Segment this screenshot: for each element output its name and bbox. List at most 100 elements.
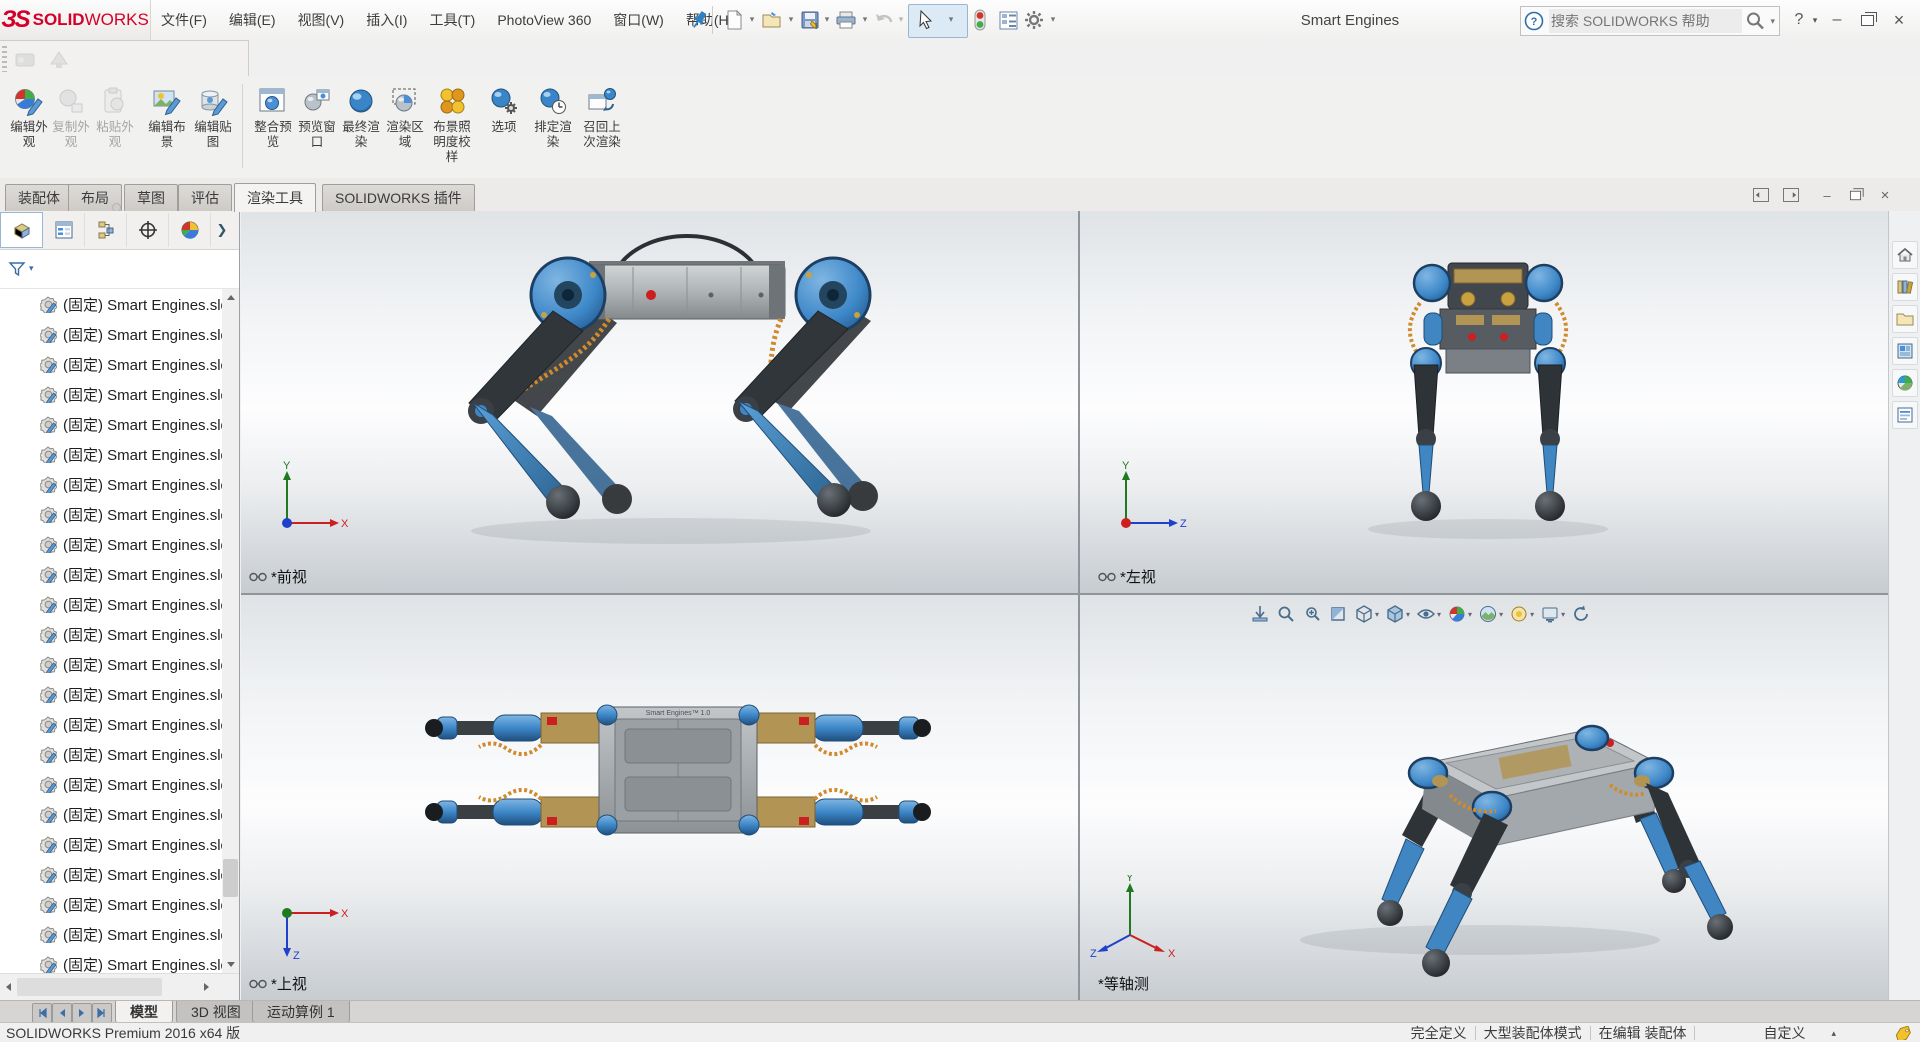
dimxpertmanager-tab[interactable] bbox=[127, 213, 169, 247]
tree-item[interactable]: (固定) Smart Engines.sld bbox=[0, 319, 222, 349]
hide-show-items-icon[interactable]: ▾ bbox=[1414, 602, 1443, 626]
design-library-icon[interactable] bbox=[1892, 273, 1918, 301]
tab-sketch[interactable]: 草图 bbox=[124, 184, 178, 211]
featuremanager-tab[interactable] bbox=[0, 212, 43, 248]
render-region-button[interactable]: 渲染区 域 bbox=[380, 80, 430, 174]
scroll-left-arrow[interactable] bbox=[0, 979, 17, 996]
tree-item[interactable]: (固定) Smart Engines.sld bbox=[0, 619, 222, 649]
displaymanager-tab[interactable] bbox=[169, 213, 211, 247]
properties-icon[interactable] bbox=[996, 7, 1020, 33]
print-icon[interactable] bbox=[834, 7, 858, 33]
document-close-icon[interactable]: × bbox=[1875, 186, 1895, 204]
tree-item[interactable]: (固定) Smart Engines.sld bbox=[0, 739, 222, 769]
integrated-preview-button[interactable]: 整合预 览 bbox=[248, 80, 298, 174]
apply-scene-icon[interactable]: ▾ bbox=[1476, 602, 1505, 626]
edit-decal-button[interactable]: 编辑贴 图 bbox=[188, 80, 238, 174]
configurationmanager-tab[interactable] bbox=[85, 213, 127, 247]
viewport-front[interactable]: Y X *前视 bbox=[241, 211, 1078, 593]
menu-tools[interactable]: 工具(T) bbox=[418, 0, 486, 40]
previous-view-icon[interactable] bbox=[1300, 602, 1324, 626]
preview-window-button[interactable]: 预览窗 口 bbox=[292, 80, 342, 174]
toolbar-grip[interactable] bbox=[2, 46, 7, 72]
document-minimize-icon[interactable]: – bbox=[1817, 186, 1837, 204]
select-dropdown[interactable]: ▾ bbox=[946, 14, 956, 26]
tree-item[interactable]: (固定) Smart Engines.sld bbox=[0, 559, 222, 589]
close-button[interactable]: × bbox=[1886, 8, 1912, 32]
tree-item[interactable]: (固定) Smart Engines.sld bbox=[0, 379, 222, 409]
menu-view[interactable]: 视图(V) bbox=[287, 0, 356, 40]
scroll-up-arrow[interactable] bbox=[222, 289, 239, 306]
options-gear-dropdown[interactable]: ▾ bbox=[1048, 14, 1058, 26]
edit-appearance-icon[interactable]: ▾ bbox=[1445, 602, 1474, 626]
tree-item[interactable]: (固定) Smart Engines.sld bbox=[0, 709, 222, 739]
tree-item[interactable]: (固定) Smart Engines.sld bbox=[0, 289, 222, 319]
tree-horizontal-scrollbar[interactable] bbox=[0, 973, 239, 1000]
camera-view-icon[interactable]: ▾ bbox=[1538, 602, 1567, 626]
zoom-to-area-icon[interactable] bbox=[1274, 602, 1298, 626]
options-gear-icon[interactable] bbox=[1022, 7, 1046, 33]
next-tab-button[interactable] bbox=[72, 1003, 92, 1023]
vertical-scroll-thumb[interactable] bbox=[223, 859, 238, 897]
tree-item[interactable]: (固定) Smart Engines.sld bbox=[0, 589, 222, 619]
tree-vertical-scrollbar[interactable] bbox=[222, 289, 239, 973]
appearances-scenes-icon[interactable] bbox=[1892, 369, 1918, 397]
pin-menu-icon[interactable] bbox=[688, 8, 710, 32]
help-dropdown[interactable]: ▾ bbox=[1808, 8, 1822, 32]
tree-item[interactable]: (固定) Smart Engines.sld bbox=[0, 499, 222, 529]
tab-model[interactable]: 模型 bbox=[115, 1001, 173, 1023]
horizontal-scroll-thumb[interactable] bbox=[17, 978, 162, 996]
menu-window[interactable]: 窗口(W) bbox=[602, 0, 675, 40]
search-input[interactable] bbox=[1549, 9, 1742, 33]
tree-item[interactable]: (固定) Smart Engines.sld bbox=[0, 769, 222, 799]
status-expand-arrow[interactable]: ▴ bbox=[1831, 1028, 1836, 1039]
print-dropdown[interactable]: ▾ bbox=[860, 14, 870, 26]
tree-item[interactable]: (固定) Smart Engines.sld bbox=[0, 799, 222, 829]
tree-item[interactable]: (固定) Smart Engines.sld bbox=[0, 949, 222, 973]
view-palette-icon[interactable] bbox=[1892, 337, 1918, 365]
help-search-box[interactable]: ? ▾ bbox=[1520, 6, 1780, 36]
viewport-isometric[interactable]: ▾ ▾ ▾ ▾ ▾ ▾ ▾ Y X Z *等轴测 bbox=[1080, 595, 1888, 1000]
solidworks-resources-icon[interactable] bbox=[1892, 241, 1918, 269]
viewport-horizontal-splitter[interactable] bbox=[241, 593, 1888, 595]
document-restore-icon[interactable] bbox=[1845, 186, 1865, 204]
save-dropdown[interactable]: ▾ bbox=[822, 14, 832, 26]
menu-edit[interactable]: 编辑(E) bbox=[218, 0, 287, 40]
open-icon[interactable] bbox=[760, 7, 784, 33]
menu-insert[interactable]: 插入(I) bbox=[355, 0, 418, 40]
final-render-button[interactable]: 最终渲 染 bbox=[336, 80, 386, 174]
new-document-dropdown[interactable]: ▾ bbox=[747, 14, 757, 26]
last-tab-button[interactable] bbox=[92, 1003, 112, 1023]
viewport-left[interactable]: Y Z *左视 bbox=[1080, 211, 1888, 593]
viewport-vertical-splitter[interactable] bbox=[1078, 211, 1080, 1000]
minimize-button[interactable]: – bbox=[1824, 8, 1850, 32]
tree-item[interactable]: (固定) Smart Engines.sld bbox=[0, 409, 222, 439]
zoom-to-fit-icon[interactable] bbox=[1248, 602, 1272, 626]
select-cursor-icon[interactable] bbox=[914, 7, 938, 33]
recall-last-render-button[interactable]: 召回上 次渲染 bbox=[574, 80, 630, 174]
tab-render-tools[interactable]: 渲染工具 bbox=[234, 183, 316, 212]
display-style-icon[interactable]: ▾ bbox=[1383, 602, 1412, 626]
tree-item[interactable]: (固定) Smart Engines.sld bbox=[0, 349, 222, 379]
scroll-right-arrow[interactable] bbox=[198, 978, 215, 995]
tree-item[interactable]: (固定) Smart Engines.sld bbox=[0, 529, 222, 559]
tree-item[interactable]: (固定) Smart Engines.sld bbox=[0, 829, 222, 859]
status-customize[interactable]: 自定义 bbox=[1763, 1023, 1805, 1042]
file-explorer-icon[interactable] bbox=[1892, 305, 1918, 333]
edit-scene-button[interactable]: 编辑布 景 bbox=[142, 80, 192, 174]
restore-button[interactable] bbox=[1854, 8, 1880, 32]
tab-3d-views[interactable]: 3D 视图 bbox=[176, 1001, 256, 1023]
menu-photoview360[interactable]: PhotoView 360 bbox=[486, 0, 602, 40]
view-settings-icon[interactable]: ▾ bbox=[1507, 602, 1536, 626]
new-document-icon[interactable] bbox=[722, 7, 746, 33]
pane-previous-icon[interactable] bbox=[1751, 186, 1771, 204]
tree-item[interactable]: (固定) Smart Engines.sld bbox=[0, 889, 222, 919]
section-view-icon[interactable] bbox=[1326, 602, 1350, 626]
schedule-render-button[interactable]: 排定渲 染 bbox=[528, 80, 578, 174]
tab-solidworks-addins[interactable]: SOLIDWORKS 插件 bbox=[322, 184, 475, 211]
search-icon[interactable] bbox=[1744, 10, 1766, 32]
scroll-down-arrow[interactable] bbox=[222, 956, 239, 973]
panel-tabs-overflow-arrow[interactable]: ❯ bbox=[211, 213, 233, 247]
custom-properties-icon[interactable] bbox=[1892, 401, 1918, 429]
tree-item[interactable]: (固定) Smart Engines.sld bbox=[0, 439, 222, 469]
view-orientation-icon[interactable]: ▾ bbox=[1352, 602, 1381, 626]
